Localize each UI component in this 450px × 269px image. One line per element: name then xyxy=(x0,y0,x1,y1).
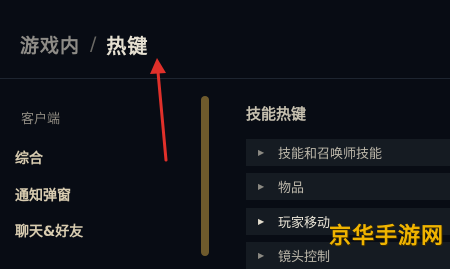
annotation-arrow-icon xyxy=(150,58,168,162)
chevron-right-icon: ▶ xyxy=(258,251,265,260)
watermark: 京华手游网 xyxy=(328,224,444,249)
